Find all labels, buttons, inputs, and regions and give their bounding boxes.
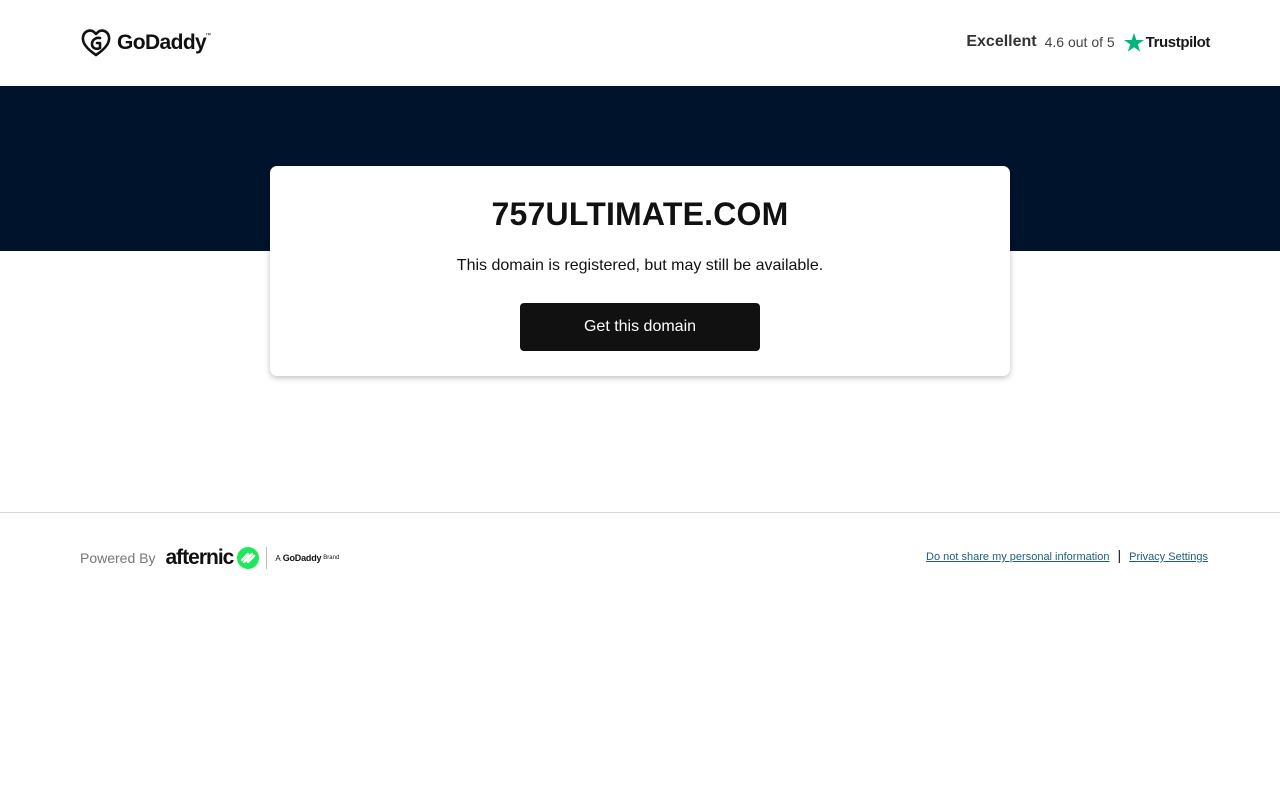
domain-status-text: This domain is registered, but may still… [456, 257, 824, 274]
get-domain-button[interactable]: Get this domain [520, 303, 760, 351]
footer-links: Do not share my personal information | P… [926, 547, 1208, 565]
rating-score: 4.6 out of 5 [1044, 34, 1115, 50]
privacy-settings-link[interactable]: Privacy Settings [1129, 551, 1208, 563]
brand-tag-suffix: Brand [323, 555, 340, 561]
link-separator: | [1117, 547, 1122, 563]
trustpilot-star-icon [1123, 32, 1144, 52]
brand-divider [266, 547, 268, 569]
logo-trademark: ™ [205, 33, 212, 39]
afternic-wordmark: afternic [165, 546, 234, 569]
trustpilot-rating[interactable]: Excellent 4.6 out of 5 Trustpilot [966, 30, 1210, 54]
rating-word: Excellent [966, 33, 1037, 50]
domain-card: 757ULTIMATE.COM This domain is registere… [270, 166, 1010, 376]
domain-title: 757ULTIMATE.COM [491, 196, 789, 232]
godaddy-brand-tag: A GoDaddy Brand [275, 553, 339, 563]
do-not-share-link[interactable]: Do not share my personal information [926, 551, 1109, 563]
trustpilot-wordmark: Trustpilot [1145, 33, 1211, 51]
logo-wordmark: GoDaddy [117, 31, 207, 54]
logo-text: GoDaddy ™ [117, 31, 211, 55]
afternic-logo-icon [237, 547, 260, 569]
powered-by: Powered By afternic A GoDaddy Brand [80, 543, 339, 573]
godaddy-heart-icon [81, 29, 111, 57]
godaddy-logo[interactable]: GoDaddy ™ [80, 28, 211, 58]
brand-tag-name: GoDaddy [282, 553, 322, 563]
powered-by-label: Powered By [80, 550, 156, 566]
site-header: GoDaddy ™ Excellent 4.6 out of 5 Trustpil… [0, 0, 1280, 86]
brand-tag-prefix: A [275, 553, 281, 563]
site-footer: Powered By afternic A GoDaddy Brand Do n… [0, 512, 1280, 603]
